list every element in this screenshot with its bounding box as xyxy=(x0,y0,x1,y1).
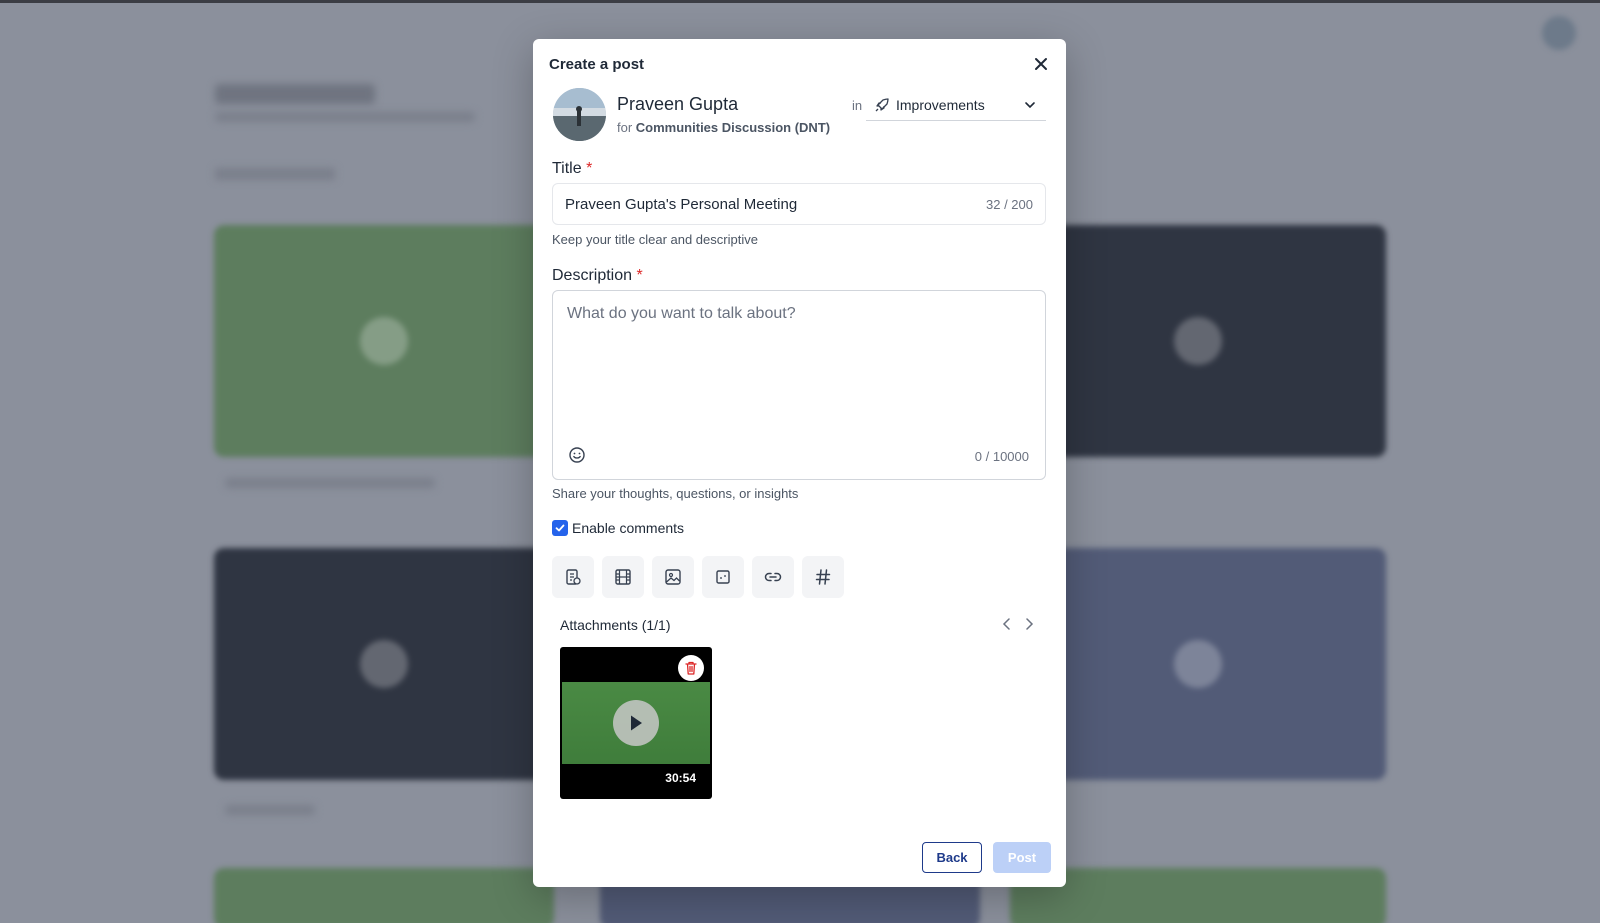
description-counter: 0 / 10000 xyxy=(974,449,1029,464)
background-card-label xyxy=(225,478,435,488)
required-mark: * xyxy=(586,160,593,177)
add-video-button[interactable] xyxy=(602,556,644,598)
chevron-down-icon xyxy=(1025,101,1035,108)
delete-attachment-button[interactable] xyxy=(678,655,704,681)
background-subheading xyxy=(215,112,475,122)
title-label-text: Title xyxy=(552,160,582,177)
back-button[interactable]: Back xyxy=(922,842,982,873)
chevron-left-icon xyxy=(1002,618,1010,630)
background-card-label xyxy=(225,805,315,815)
add-hashtag-button[interactable] xyxy=(802,556,844,598)
background-tabs xyxy=(215,168,335,180)
rocket-icon xyxy=(875,97,889,111)
background-card xyxy=(1010,225,1386,457)
description-label: Description * xyxy=(552,267,643,285)
link-icon xyxy=(764,572,782,582)
add-document-button[interactable] xyxy=(552,556,594,598)
required-mark: * xyxy=(636,267,643,284)
video-duration: 30:54 xyxy=(665,771,696,785)
category-select[interactable]: Improvements xyxy=(866,89,1046,121)
image-icon xyxy=(665,569,681,585)
background-card xyxy=(214,868,554,923)
avatar-photo-icon xyxy=(553,88,606,141)
author-for-prefix: for xyxy=(617,120,633,135)
add-link-button[interactable] xyxy=(752,556,794,598)
category-label: Improvements xyxy=(896,96,985,113)
author-name: Praveen Gupta xyxy=(617,94,739,114)
document-icon xyxy=(566,569,581,585)
attachments-title: Attachments (1/1) xyxy=(560,617,671,633)
title-input-value: Praveen Gupta's Personal Meeting xyxy=(565,195,798,213)
avatar xyxy=(553,88,606,141)
close-icon xyxy=(1035,58,1047,70)
add-image-button[interactable] xyxy=(652,556,694,598)
video-icon xyxy=(615,569,631,585)
background-card xyxy=(1010,548,1386,780)
enable-comments-checkbox[interactable]: Enable comments xyxy=(552,520,684,536)
hashtag-icon xyxy=(815,569,831,585)
description-label-text: Description xyxy=(552,267,633,284)
emoji-button[interactable] xyxy=(567,445,587,465)
checkbox-checked[interactable] xyxy=(552,520,568,536)
play-button[interactable] xyxy=(613,700,659,746)
attachment-toolbar xyxy=(552,556,844,598)
in-label: in xyxy=(852,98,863,113)
background-card xyxy=(214,225,554,457)
title-counter: 32 / 200 xyxy=(986,196,1033,212)
author-community: for Communities Discussion (DNT) xyxy=(617,120,830,135)
smiley-icon xyxy=(569,447,585,463)
post-button[interactable]: Post xyxy=(993,842,1051,873)
add-poll-button[interactable] xyxy=(702,556,744,598)
description-textarea[interactable]: What do you want to talk about? 0 / 1000… xyxy=(552,290,1046,480)
checkmark-icon xyxy=(555,524,565,532)
chevron-right-icon xyxy=(1026,618,1034,630)
description-help: Share your thoughts, questions, or insig… xyxy=(552,486,799,501)
trash-icon xyxy=(685,661,697,675)
title-help: Keep your title clear and descriptive xyxy=(552,232,758,247)
background-topbar xyxy=(0,0,1600,3)
title-label: Title * xyxy=(552,160,592,178)
description-placeholder: What do you want to talk about? xyxy=(567,305,796,322)
poll-icon xyxy=(716,570,730,584)
background-card xyxy=(214,548,554,780)
background-card xyxy=(1010,868,1386,923)
background-avatar xyxy=(1542,16,1576,50)
enable-comments-label: Enable comments xyxy=(572,520,685,536)
background-heading xyxy=(215,84,375,104)
play-icon xyxy=(631,715,642,731)
modal-title: Create a post xyxy=(549,56,645,73)
video-attachment[interactable]: 30:54 xyxy=(560,647,712,799)
close-button[interactable] xyxy=(1030,53,1052,75)
title-input[interactable]: Praveen Gupta's Personal Meeting 32 / 20… xyxy=(552,183,1046,225)
attachments-prev-button[interactable] xyxy=(997,614,1017,634)
attachments-next-button[interactable] xyxy=(1019,614,1039,634)
community-name: Communities Discussion (DNT) xyxy=(635,120,831,135)
